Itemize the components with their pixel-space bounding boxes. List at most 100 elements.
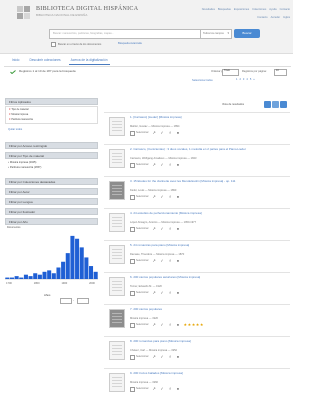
facebook-icon[interactable]: f (168, 322, 173, 328)
comment-icon[interactable]: ● (176, 290, 181, 296)
select-checkbox[interactable]: Seleccionar (130, 355, 149, 360)
result-title[interactable]: 1. [Carrasco] [Lieder] [Música impresa] (130, 115, 280, 120)
remove-filter-icon[interactable]: × (9, 113, 10, 117)
checkbox[interactable] (130, 355, 135, 360)
result-thumbnail[interactable] (109, 245, 125, 264)
share-icon[interactable]: ↗ (152, 290, 157, 296)
result-thumbnail[interactable] (109, 373, 125, 392)
share-icon[interactable]: ↗ (152, 322, 157, 328)
page-link[interactable]: 4 (246, 78, 247, 81)
filter-panel-collections[interactable]: Filtrar por Colecciones destacadas (5, 178, 98, 185)
share-icon[interactable]: ↗ (152, 130, 157, 136)
facet-item[interactable]: ▪ Música impresa (2045) (8, 161, 36, 164)
applied-filter-chip[interactable]: × Tipo de material (9, 108, 28, 112)
facebook-icon[interactable]: f (168, 162, 173, 168)
top-link[interactable]: Novedades (202, 8, 215, 11)
applied-filter-chip[interactable]: × Música impresa (9, 113, 28, 117)
search-scope-select[interactable]: Todos los campos ▾ (200, 29, 232, 39)
select-checkbox[interactable]: Seleccionar (130, 227, 149, 232)
top-link[interactable]: Ayuda (269, 8, 276, 11)
chart-bar[interactable] (65, 253, 70, 280)
result-title[interactable]: 3. 15 Etudes for the clarinette avec les… (130, 179, 280, 184)
share-icon[interactable]: ↗ (152, 162, 157, 168)
page-link[interactable]: 3 (243, 78, 244, 81)
chart-bar[interactable] (28, 276, 33, 280)
star-icon[interactable]: ★ (192, 322, 196, 328)
facebook-icon[interactable]: f (168, 386, 173, 392)
result-thumbnail[interactable] (109, 277, 125, 296)
checkbox[interactable] (130, 291, 135, 296)
rating-stars[interactable]: ★ ★ ★ ★ ★ (184, 322, 204, 328)
fulltext-checkbox[interactable] (51, 42, 56, 47)
chart-bar[interactable] (93, 271, 98, 279)
chart-bar[interactable] (75, 238, 80, 279)
chart-bar[interactable] (84, 257, 89, 279)
share-icon[interactable]: ↗ (152, 258, 157, 264)
remove-filter-icon[interactable]: × (9, 108, 10, 112)
checkbox[interactable] (130, 131, 135, 136)
facebook-icon[interactable]: f (168, 130, 173, 136)
comment-icon[interactable]: ● (176, 386, 181, 392)
checkbox[interactable] (130, 259, 135, 264)
result-thumbnail[interactable] (109, 181, 125, 200)
detail-view-icon[interactable] (280, 101, 287, 108)
result-title[interactable]: 8. 200 romanzas para piano [Música impre… (130, 339, 280, 344)
link-icon[interactable]: ✓ (160, 386, 165, 392)
checkbox[interactable] (130, 387, 135, 392)
facebook-icon[interactable]: f (168, 258, 173, 264)
filter-panel-access[interactable]: Filtrar por Acceso restringido (5, 142, 98, 149)
clear-filters-link[interactable]: Quitar todos (8, 128, 22, 131)
result-title[interactable]: 9. 200 trozos bailados [Música impresa] (130, 371, 280, 376)
comment-icon[interactable]: ● (176, 162, 181, 168)
select-checkbox[interactable]: Seleccionar (130, 291, 149, 296)
select-checkbox[interactable]: Seleccionar (130, 131, 149, 136)
facebook-icon[interactable]: f (168, 354, 173, 360)
chart-bar[interactable] (61, 261, 66, 279)
chart-bar[interactable] (47, 270, 52, 280)
chart-bar[interactable] (5, 277, 10, 279)
year-from-input[interactable] (60, 298, 72, 304)
star-icon[interactable]: ★ (188, 322, 192, 328)
filter-panel-material[interactable]: Filtrar por Tipo de material (5, 152, 98, 159)
chart-bar[interactable] (56, 267, 61, 280)
link-icon[interactable]: ✓ (160, 194, 165, 200)
chart-bar[interactable] (79, 247, 84, 280)
chart-bar[interactable] (37, 274, 42, 279)
select-checkbox[interactable]: Seleccionar (130, 259, 149, 264)
share-icon[interactable]: ↗ (152, 226, 157, 232)
filter-panel-language[interactable]: Filtrar por Lengua (5, 198, 98, 205)
result-title[interactable]: 7. 200 cantos populares (130, 307, 280, 312)
checkbox[interactable] (130, 227, 135, 232)
comment-icon[interactable]: ● (176, 194, 181, 200)
link-icon[interactable]: ✓ (160, 162, 165, 168)
chart-bar[interactable] (33, 273, 38, 279)
star-icon[interactable]: ★ (200, 322, 204, 328)
result-thumbnail[interactable] (109, 309, 125, 328)
link-icon[interactable]: ✓ (160, 354, 165, 360)
filter-panel-year[interactable]: Filtrar por Año (5, 218, 98, 225)
link-icon[interactable]: ✓ (160, 258, 165, 264)
link-icon[interactable]: ✓ (160, 130, 165, 136)
checkbox[interactable] (130, 195, 135, 200)
result-title[interactable]: 4. 24 estudios de perfeccionamiento [Mús… (130, 211, 280, 216)
year-to-input[interactable] (77, 298, 89, 304)
perpage-select[interactable]: 10 (274, 69, 287, 76)
result-thumbnail[interactable] (109, 117, 125, 136)
link-icon[interactable]: ✓ (160, 290, 165, 296)
select-checkbox[interactable]: Seleccionar (130, 323, 149, 328)
top-link[interactable]: Contacto (257, 16, 267, 19)
result-title[interactable]: 5. 24 romanzas para piano [Música impres… (130, 243, 280, 248)
star-icon[interactable]: ★ (184, 322, 188, 328)
top-link[interactable]: Acceder (271, 16, 281, 19)
star-icon[interactable]: ★ (196, 322, 200, 328)
link-icon[interactable]: ✓ (160, 226, 165, 232)
chart-bar[interactable] (9, 277, 14, 279)
share-icon[interactable]: ↗ (152, 354, 157, 360)
tab-digitalizacion[interactable]: Acerca de la digitalización (68, 58, 110, 65)
facet-item[interactable]: ▪ Partitura manuscrita (1657) (8, 166, 41, 169)
chart-bar[interactable] (14, 276, 19, 280)
year-histogram[interactable]: 1700 1800 1900 2000 (5, 232, 98, 290)
fulltext-option[interactable]: Buscar en el texto de los documentos (51, 42, 101, 47)
next-page-link[interactable]: » (253, 78, 254, 81)
tab-descubrir[interactable]: Descubrir colecciones (27, 58, 62, 65)
